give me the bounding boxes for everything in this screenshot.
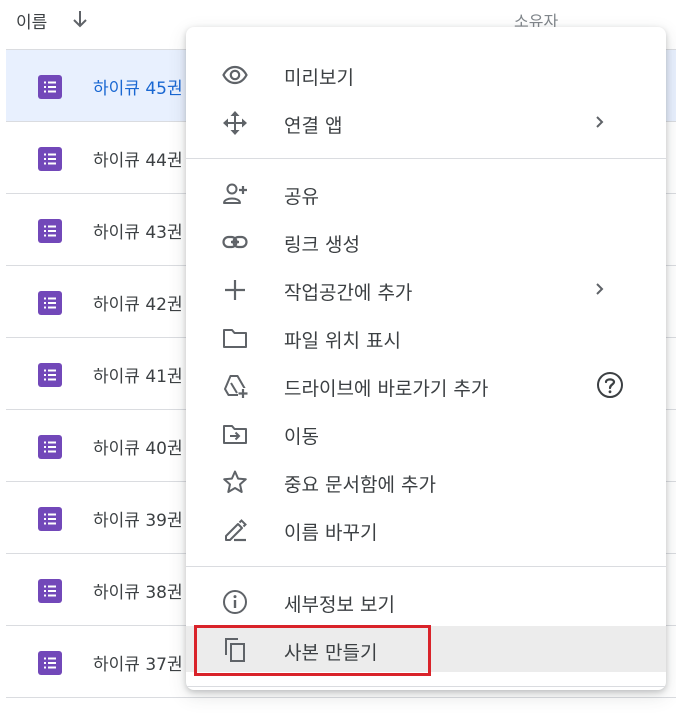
menu-item-label: 링크 생성 xyxy=(284,234,360,256)
pencil-icon xyxy=(225,519,247,542)
folder-icon xyxy=(223,329,247,348)
sort-arrow-down-icon[interactable] xyxy=(70,8,90,30)
menu-item-label: 중요 문서함에 추가 xyxy=(284,474,436,496)
context-menu: 미리보기 연결 앱 공유 링크 생성 작업공간에 추가 파일 위치 표시 드라이… xyxy=(186,27,666,690)
menu-item-label: 작업공간에 추가 xyxy=(284,282,413,304)
google-forms-icon xyxy=(38,75,62,99)
file-name[interactable]: 하이큐 42권 xyxy=(93,290,183,315)
menu-item-label: 세부정보 보기 xyxy=(284,594,395,616)
file-name[interactable]: 하이큐 40권 xyxy=(93,434,183,459)
file-name[interactable]: 하이큐 45권 xyxy=(93,74,183,99)
menu-item-label: 연결 앱 xyxy=(284,115,343,137)
menu-item-add-to-starred[interactable]: 중요 문서함에 추가 xyxy=(186,458,666,504)
help-icon[interactable] xyxy=(596,371,624,399)
chevron-right-icon xyxy=(596,283,604,295)
menu-item-add-shortcut[interactable]: 드라이브에 바로가기 추가 xyxy=(186,362,666,408)
star-icon xyxy=(223,470,247,493)
drive-add-icon xyxy=(224,375,248,399)
folder-move-icon xyxy=(223,425,247,444)
google-forms-icon xyxy=(38,363,62,387)
file-name[interactable]: 하이큐 37권 xyxy=(93,650,183,675)
file-name[interactable]: 하이큐 38권 xyxy=(93,578,183,603)
info-icon xyxy=(223,590,247,614)
google-forms-icon xyxy=(38,435,62,459)
menu-divider xyxy=(186,566,666,567)
menu-item-preview[interactable]: 미리보기 xyxy=(186,51,666,97)
menu-item-share[interactable]: 공유 xyxy=(186,170,666,216)
menu-divider xyxy=(186,686,666,687)
move-arrows-icon xyxy=(223,111,247,135)
menu-item-get-link[interactable]: 링크 생성 xyxy=(186,218,666,264)
menu-item-add-to-workspace[interactable]: 작업공간에 추가 xyxy=(186,266,666,312)
menu-item-label: 이름 바꾸기 xyxy=(284,522,378,544)
highlight-annotation-box xyxy=(194,625,431,676)
name-column-header[interactable]: 이름 xyxy=(16,8,47,33)
google-forms-icon xyxy=(38,147,62,171)
google-forms-icon xyxy=(38,219,62,243)
menu-item-label: 파일 위치 표시 xyxy=(284,330,401,352)
link-icon xyxy=(222,235,248,249)
menu-item-open-with[interactable]: 연결 앱 xyxy=(186,99,666,145)
menu-item-show-file-location[interactable]: 파일 위치 표시 xyxy=(186,314,666,360)
person-add-icon xyxy=(223,183,247,204)
menu-divider xyxy=(186,158,666,159)
google-forms-icon xyxy=(38,507,62,531)
menu-item-rename[interactable]: 이름 바꾸기 xyxy=(186,506,666,552)
eye-icon xyxy=(222,65,248,85)
menu-item-label: 이동 xyxy=(284,426,319,448)
file-name[interactable]: 하이큐 41권 xyxy=(93,362,183,387)
plus-icon xyxy=(225,280,245,300)
menu-item-label: 드라이브에 바로가기 추가 xyxy=(284,378,489,400)
google-forms-icon xyxy=(38,291,62,315)
file-name[interactable]: 하이큐 39권 xyxy=(93,506,183,531)
menu-item-label: 미리보기 xyxy=(284,67,354,89)
file-name[interactable]: 하이큐 43권 xyxy=(93,218,183,243)
menu-item-view-details[interactable]: 세부정보 보기 xyxy=(186,578,666,624)
google-forms-icon xyxy=(38,651,62,675)
menu-item-label: 공유 xyxy=(284,186,319,208)
menu-item-move[interactable]: 이동 xyxy=(186,410,666,456)
file-name[interactable]: 하이큐 44권 xyxy=(93,146,183,171)
google-forms-icon xyxy=(38,579,62,603)
chevron-right-icon xyxy=(596,116,604,128)
